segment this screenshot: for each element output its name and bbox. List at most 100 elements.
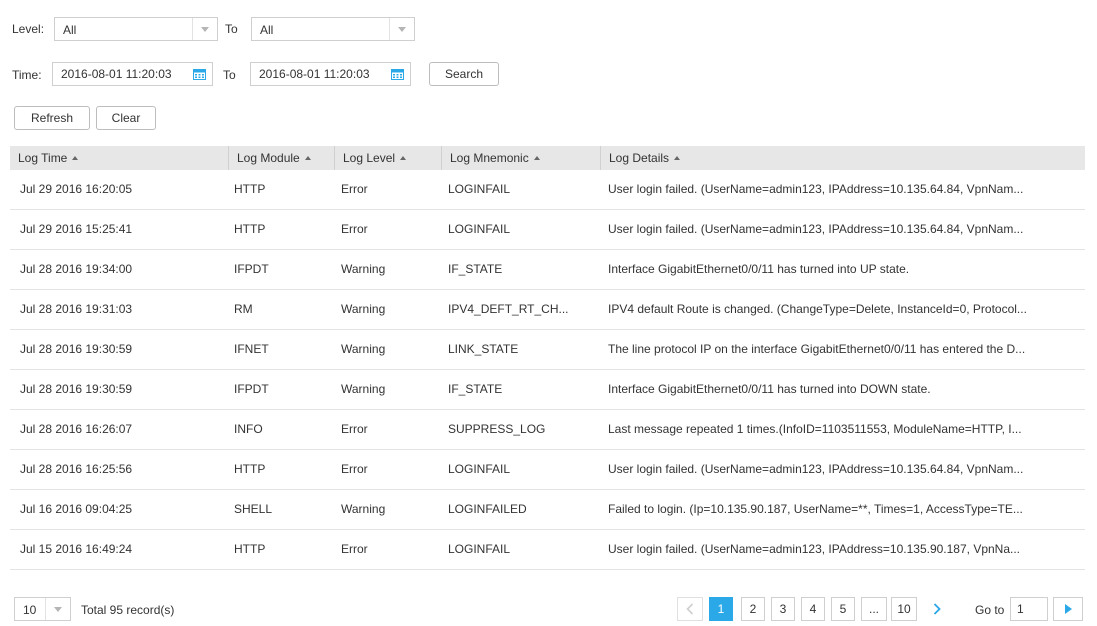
log-mnemonic-cell: SUPPRESS_LOG [448,422,546,436]
log-level-cell: Error [341,542,368,556]
next-page-button[interactable] [925,597,949,621]
chevron-right-icon [933,603,941,615]
column-header-log-level[interactable]: Log Level [334,146,441,170]
log-level-cell: Warning [341,382,386,396]
log-mnemonic-cell: LOGINFAIL [448,182,511,196]
column-header-label: Log Time [18,151,68,165]
log-time-cell: Jul 16 2016 09:04:25 [20,502,133,516]
log-level-cell: Error [341,182,368,196]
log-mnemonic-cell: IPV4_DEFT_RT_CH... [448,302,569,316]
log-time-cell: Jul 28 2016 19:30:59 [20,342,133,356]
log-module-cell: HTTP [234,222,266,236]
goto-label: Go to [975,603,1005,617]
table-header: Log Time Log Module Log Level Log Mnemon… [10,146,1085,170]
log-module-cell: HTTP [234,182,266,196]
log-module-cell: INFO [234,422,263,436]
log-time-cell: Jul 28 2016 19:30:59 [20,382,133,396]
time-to-field[interactable] [250,62,411,86]
log-mnemonic-cell: LOGINFAILED [448,502,527,516]
refresh-button[interactable]: Refresh [14,106,90,130]
level-to-select[interactable]: All [251,17,415,41]
time-label: Time: [12,68,42,82]
log-level-cell: Warning [341,502,386,516]
page-button-4[interactable]: 4 [801,597,825,621]
column-header-label: Log Level [343,151,396,165]
calendar-icon[interactable] [391,68,404,80]
sort-asc-icon [674,155,681,160]
table-row[interactable]: Jul 28 2016 19:34:00 IFPDT Warning IF_ST… [10,250,1085,290]
play-arrow-icon [1065,604,1072,614]
prev-page-button[interactable] [677,597,703,621]
time-to-input[interactable] [259,67,377,81]
log-module-cell: HTTP [234,542,266,556]
log-mnemonic-cell: LOGINFAIL [448,462,511,476]
page-button-2[interactable]: 2 [741,597,765,621]
chevron-down-icon[interactable] [192,18,217,40]
log-details-cell: User login failed. (UserName=admin123, I… [608,542,1021,556]
goto-page-field[interactable] [1010,597,1048,621]
table-row[interactable]: Jul 28 2016 19:30:59 IFPDT Warning IF_ST… [10,370,1085,410]
calendar-icon[interactable] [193,68,206,80]
column-header-log-mnemonic[interactable]: Log Mnemonic [441,146,600,170]
table-row[interactable]: Jul 29 2016 15:25:41 HTTP Error LOGINFAI… [10,210,1085,250]
sort-asc-icon [304,155,311,160]
table-row[interactable]: Jul 29 2016 16:20:05 HTTP Error LOGINFAI… [10,170,1085,210]
log-details-cell: Interface GigabitEthernet0/0/11 has turn… [608,262,910,276]
log-details-cell: IPV4 default Route is changed. (ChangeTy… [608,302,1027,316]
table-row[interactable]: Jul 28 2016 16:25:56 HTTP Error LOGINFAI… [10,450,1085,490]
log-details-cell: Interface GigabitEthernet0/0/11 has turn… [608,382,931,396]
page-button-1[interactable]: 1 [709,597,733,621]
column-header-label: Log Mnemonic [450,151,529,165]
log-time-cell: Jul 28 2016 16:26:07 [20,422,133,436]
log-mnemonic-cell: LOGINFAIL [448,222,511,236]
level-to-value: All [260,23,274,37]
page-size-select[interactable]: 10 [14,597,71,621]
log-module-cell: IFPDT [234,382,269,396]
table-row[interactable]: Jul 16 2016 09:04:25 SHELL Warning LOGIN… [10,490,1085,530]
chevron-down-icon[interactable] [45,598,70,620]
column-header-label: Log Module [237,151,300,165]
time-from-input[interactable] [61,67,179,81]
page-ellipsis[interactable]: ... [861,597,887,621]
table-row[interactable]: Jul 15 2016 16:49:24 HTTP Error LOGINFAI… [10,530,1085,570]
log-mnemonic-cell: LINK_STATE [448,342,519,356]
log-module-cell: RM [234,302,253,316]
time-from-field[interactable] [52,62,213,86]
sort-asc-icon [72,155,79,160]
page-button-10[interactable]: 10 [891,597,917,621]
level-from-select[interactable]: All [54,17,218,41]
search-button[interactable]: Search [429,62,499,86]
sort-asc-icon [533,155,540,160]
log-time-cell: Jul 28 2016 19:31:03 [20,302,133,316]
goto-button[interactable] [1053,597,1083,621]
page-button-3[interactable]: 3 [771,597,795,621]
level-from-value: All [63,23,77,37]
log-level-cell: Warning [341,302,386,316]
table-row[interactable]: Jul 28 2016 16:26:07 INFO Error SUPPRESS… [10,410,1085,450]
level-to-label: To [225,22,238,36]
chevron-left-icon [686,603,694,615]
level-label: Level: [12,22,45,36]
clear-button[interactable]: Clear [96,106,156,130]
log-details-cell: User login failed. (UserName=admin123, I… [608,462,1024,476]
page-button-5[interactable]: 5 [831,597,855,621]
page-size-value: 10 [23,603,37,617]
log-mnemonic-cell: LOGINFAIL [448,542,511,556]
log-time-cell: Jul 29 2016 16:20:05 [20,182,133,196]
log-level-cell: Error [341,222,368,236]
goto-page-input[interactable] [1017,602,1043,616]
log-level-cell: Warning [341,262,386,276]
total-records: Total 95 record(s) [81,603,175,617]
log-module-cell: IFPDT [234,262,269,276]
table-row[interactable]: Jul 28 2016 19:30:59 IFNET Warning LINK_… [10,330,1085,370]
column-header-log-details[interactable]: Log Details [600,146,1085,170]
log-level-cell: Error [341,462,368,476]
column-header-log-module[interactable]: Log Module [228,146,334,170]
log-time-cell: Jul 29 2016 15:25:41 [20,222,133,236]
log-details-cell: Failed to login. (Ip=10.135.90.187, User… [608,502,1023,516]
chevron-down-icon[interactable] [389,18,414,40]
table-row[interactable]: Jul 28 2016 19:31:03 RM Warning IPV4_DEF… [10,290,1085,330]
column-header-log-time[interactable]: Log Time [10,146,228,170]
log-module-cell: HTTP [234,462,266,476]
log-details-cell: The line protocol IP on the interface Gi… [608,342,1026,356]
